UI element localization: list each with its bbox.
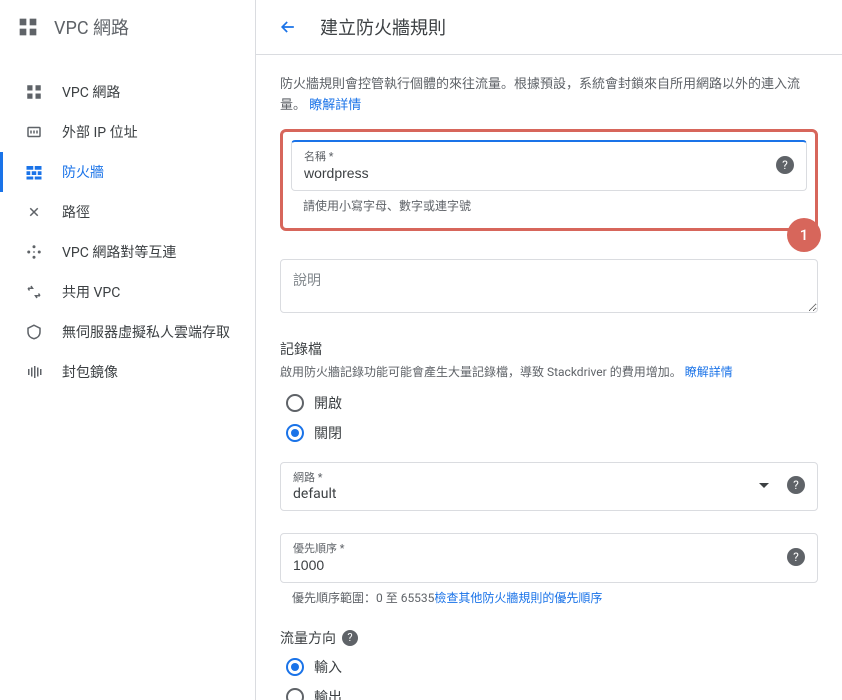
content: 防火牆規則會控管執行個體的來往流量。根據預設，系統會封鎖來自所用網路以外的連入流…	[256, 55, 842, 700]
logging-on-row[interactable]: 開啟	[280, 388, 818, 418]
logging-title: 記錄檔	[280, 339, 818, 359]
sidebar-item-label: 路徑	[62, 202, 90, 222]
description-input[interactable]	[280, 259, 818, 313]
name-label: 名稱 *	[304, 148, 768, 164]
intro-learn-more-link[interactable]: 瞭解詳情	[309, 98, 361, 113]
name-field[interactable]: 名稱 * ?	[291, 140, 807, 191]
sidebar-item-label: VPC 網路對等互連	[62, 242, 176, 262]
priority-hint: 優先順序範圍：0 至 65535檢查其他防火牆規則的優先順序	[280, 589, 818, 606]
vpc-logo-icon	[16, 15, 40, 39]
sidebar-item-label: VPC 網路	[62, 82, 120, 102]
back-button[interactable]	[276, 15, 300, 39]
priority-label: 優先順序 *	[293, 540, 779, 556]
direction-title: 流量方向 ?	[280, 628, 818, 648]
sidebar: VPC 網路 VPC 網路 外部 IP 位址 防火牆 路徑 VPC 網路對等互連	[0, 0, 256, 700]
sidebar-item-label: 封包鏡像	[62, 362, 118, 382]
sidebar-title: VPC 網路	[54, 14, 129, 40]
sidebar-item-label: 防火牆	[62, 162, 104, 182]
sidebar-item-shared-vpc[interactable]: 共用 VPC	[0, 272, 255, 312]
name-help-icon[interactable]: ?	[776, 156, 794, 174]
sidebar-item-packet-mirror[interactable]: 封包鏡像	[0, 352, 255, 392]
ip-icon	[24, 122, 44, 142]
serverless-icon	[24, 322, 44, 342]
page-title: 建立防火牆規則	[320, 14, 446, 40]
logging-off-radio[interactable]	[286, 424, 304, 442]
direction-out-radio[interactable]	[286, 688, 304, 700]
chevron-down-icon[interactable]	[759, 483, 769, 488]
name-hint: 請使用小寫字母、數字或連字號	[291, 197, 807, 214]
routes-icon	[24, 202, 44, 222]
peering-icon	[24, 242, 44, 262]
sidebar-item-peering[interactable]: VPC 網路對等互連	[0, 232, 255, 272]
sidebar-item-label: 共用 VPC	[62, 282, 120, 302]
firewall-icon	[24, 162, 44, 182]
priority-field[interactable]: 優先順序 * ?	[280, 533, 818, 583]
sidebar-item-firewall[interactable]: 防火牆	[0, 152, 255, 192]
logging-on-label: 開啟	[314, 393, 342, 413]
priority-check-link[interactable]: 檢查其他防火牆規則的優先順序	[434, 591, 602, 605]
network-select[interactable]: 網路 * default ?	[280, 462, 818, 511]
priority-help-icon[interactable]: ?	[787, 548, 805, 566]
sidebar-header: VPC 網路	[0, 0, 255, 54]
logging-on-radio[interactable]	[286, 394, 304, 412]
callout-badge-1: 1	[787, 218, 821, 252]
sidebar-item-routes[interactable]: 路徑	[0, 192, 255, 232]
direction-in-radio[interactable]	[286, 658, 304, 676]
logging-sub: 啟用防火牆記錄功能可能會產生大量記錄檔，導致 Stackdriver 的費用增加…	[280, 363, 818, 380]
name-input[interactable]	[304, 165, 768, 181]
network-label: 網路 *	[293, 469, 759, 485]
main: 建立防火牆規則 防火牆規則會控管執行個體的來往流量。根據預設，系統會封鎖來自所用…	[256, 0, 842, 700]
sidebar-item-label: 外部 IP 位址	[62, 122, 138, 142]
logging-off-row[interactable]: 關閉	[280, 418, 818, 448]
network-value: default	[293, 486, 759, 502]
mirror-icon	[24, 362, 44, 382]
name-highlight: 名稱 * ? 請使用小寫字母、數字或連字號 1	[280, 129, 818, 231]
direction-in-row[interactable]: 輸入	[280, 652, 818, 682]
shared-vpc-icon	[24, 282, 44, 302]
logging-learn-more-link[interactable]: 瞭解詳情	[685, 365, 733, 379]
direction-out-row[interactable]: 輸出	[280, 682, 818, 700]
intro-text: 防火牆規則會控管執行個體的來往流量。根據預設，系統會封鎖來自所用網路以外的連入流…	[280, 75, 818, 117]
direction-out-label: 輸出	[314, 687, 342, 700]
priority-input[interactable]	[293, 557, 779, 573]
direction-in-label: 輸入	[314, 657, 342, 677]
logging-off-label: 關閉	[314, 423, 342, 443]
sidebar-item-vpc-network[interactable]: VPC 網路	[0, 72, 255, 112]
sidebar-item-serverless[interactable]: 無伺服器虛擬私人雲端存取	[0, 312, 255, 352]
grid-icon	[24, 82, 44, 102]
sidebar-item-label: 無伺服器虛擬私人雲端存取	[62, 322, 230, 342]
main-header: 建立防火牆規則	[256, 0, 842, 55]
direction-help-icon[interactable]: ?	[342, 630, 358, 646]
network-help-icon[interactable]: ?	[787, 476, 805, 494]
sidebar-item-external-ip[interactable]: 外部 IP 位址	[0, 112, 255, 152]
